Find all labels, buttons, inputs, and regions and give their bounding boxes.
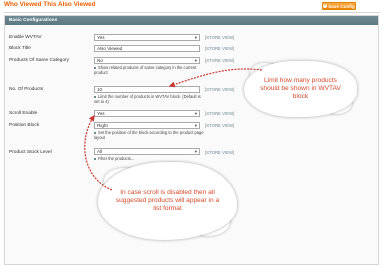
note-bullet-icon (94, 95, 96, 98)
title-divider (4, 12, 380, 13)
same-category-note-text: Show related products of same category i… (94, 65, 197, 76)
position-block-value: Right (97, 123, 108, 128)
same-category-select[interactable]: No (94, 57, 200, 64)
section-header[interactable]: Basic Configurations (5, 16, 378, 25)
block-title-scope: [STORE VIEW] (205, 46, 235, 51)
same-category-note: Show related products of same category i… (94, 65, 204, 75)
enable-wvtav-scope: [STORE VIEW] (205, 35, 235, 40)
scroll-disabled-callout-text: In case scroll is disabled then all sugg… (115, 188, 220, 213)
block-title-label: Block Title (9, 46, 31, 51)
limit-products-callout: Limit how many products should be shown … (244, 61, 357, 117)
position-block-label: Position Block (9, 123, 40, 128)
no-of-products-value: 10 (97, 87, 103, 92)
scroll-enable-label: Scroll Enable (9, 111, 38, 116)
enable-wvtav-select[interactable]: Yes (94, 34, 200, 41)
block-title-input[interactable]: Also Viewed (94, 45, 200, 52)
position-block-note: Set the position of the block according … (94, 130, 204, 140)
same-category-label: Products Of Same Category (9, 58, 69, 63)
no-of-products-input[interactable]: 10 (94, 86, 200, 93)
note-bullet-icon (94, 131, 96, 134)
enable-wvtav-value: Yes (97, 35, 105, 40)
note-bullet-icon (94, 157, 96, 160)
stock-level-select[interactable]: All (94, 148, 200, 155)
stock-level-scope: [STORE VIEW] (205, 150, 235, 155)
position-block-note-text: Set the position of the block according … (94, 130, 204, 141)
save-config-button[interactable]: ✓ Save Config (322, 2, 356, 10)
no-of-products-scope: [STORE VIEW] (205, 87, 235, 92)
enable-wvtav-label: Enable WVTAV (9, 35, 42, 40)
no-of-products-label: No. Of Products (9, 87, 44, 92)
section-title: Basic Configurations (9, 18, 58, 23)
same-category-value: No (97, 58, 103, 63)
page-title: Who Viewed This Also Viewed (4, 1, 96, 8)
stock-level-note: Filter the products... (94, 156, 204, 161)
stock-level-label: Product Stock Level (9, 150, 52, 155)
no-of-products-note-text: Limit the number of products in WVTAV bl… (94, 94, 201, 105)
note-bullet-icon (94, 66, 96, 69)
limit-products-callout-text: Limit how many products should be shown … (260, 77, 341, 100)
scroll-enable-select[interactable]: Yes (94, 110, 200, 117)
same-category-scope: [STORE VIEW] (205, 58, 235, 63)
save-config-label: Save Config (328, 3, 355, 9)
stock-level-note-text: Filter the products... (98, 156, 135, 161)
scroll-enable-value: Yes (97, 111, 105, 116)
stock-level-value: All (97, 149, 103, 154)
no-of-products-note: Limit the number of products in WVTAV bl… (94, 94, 204, 104)
check-circle-icon: ✓ (323, 3, 328, 8)
block-title-value: Also Viewed (97, 46, 123, 51)
position-block-scope: [STORE VIEW] (205, 123, 235, 128)
scroll-enable-scope: [STORE VIEW] (205, 111, 235, 116)
position-block-select[interactable]: Right (94, 122, 200, 129)
scroll-disabled-callout: In case scroll is disabled then all sugg… (98, 162, 237, 240)
